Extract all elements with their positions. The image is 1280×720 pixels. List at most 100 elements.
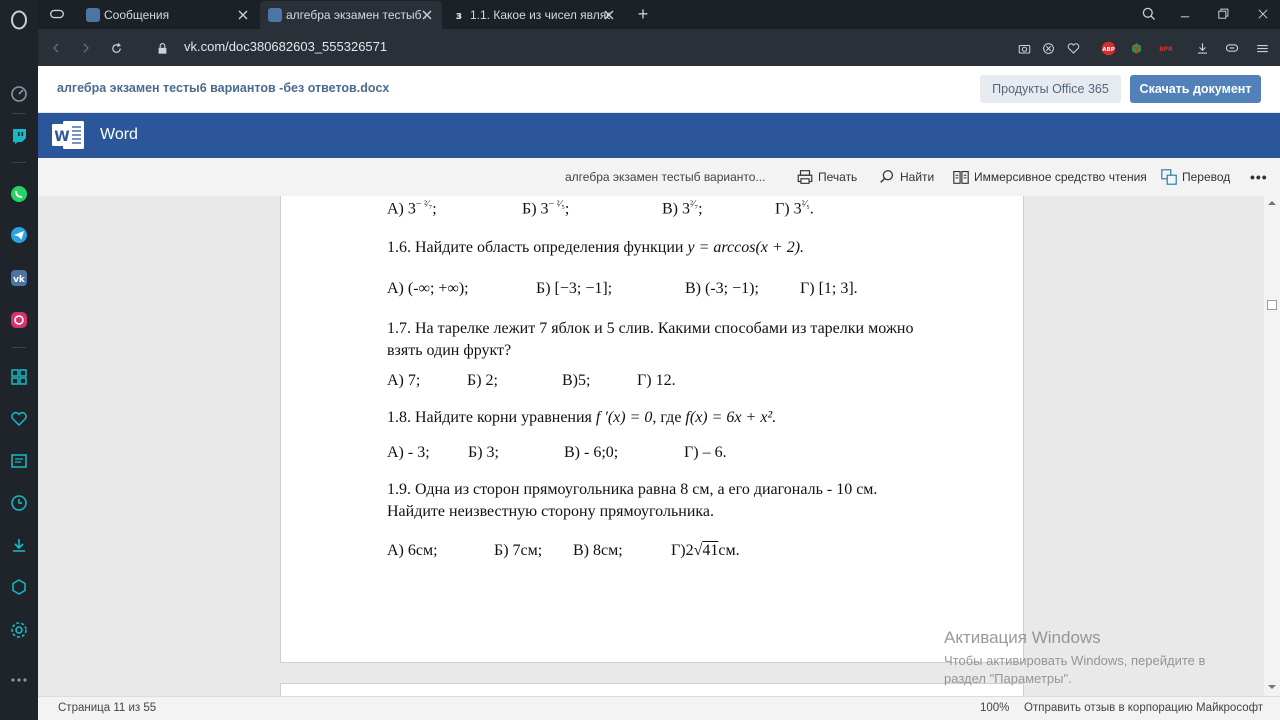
minimize-icon[interactable] xyxy=(1174,4,1196,24)
tab-title: 1.1. Какое из чисел являе... xyxy=(470,8,610,22)
close-tab-icon[interactable] xyxy=(420,8,434,22)
opera-logo-icon[interactable] xyxy=(7,8,31,32)
more-dots-icon[interactable] xyxy=(7,668,31,692)
vertical-scrollbar[interactable] xyxy=(1264,196,1280,696)
vk-icon[interactable]: vk xyxy=(7,266,31,290)
q19-option-b: Б) 7см; xyxy=(494,542,543,559)
tab-menu-icon[interactable] xyxy=(46,4,68,24)
settings-gear-icon[interactable] xyxy=(7,618,31,642)
lock-icon[interactable] xyxy=(152,38,172,58)
flow-icon[interactable] xyxy=(1222,38,1242,58)
print-label: Печать xyxy=(818,170,858,184)
question-1-9-line1: 1.9. Одна из сторон прямоугольника равна… xyxy=(387,481,878,498)
scroll-down-icon[interactable] xyxy=(1267,682,1277,692)
scroll-up-icon[interactable] xyxy=(1267,198,1277,208)
q19-option-c: В) 8см; xyxy=(573,542,623,559)
q15-option-c: В) 3²⁄₇; xyxy=(662,199,703,218)
translate-label: Перевод xyxy=(1182,170,1231,184)
close-tab-icon[interactable] xyxy=(236,8,250,22)
vk-favicon-icon xyxy=(86,8,100,22)
twitch-icon[interactable] xyxy=(7,124,31,148)
find-button[interactable]: Найти xyxy=(878,167,934,187)
windows-activation-text: Чтобы активировать Windows, перейдите в … xyxy=(944,653,1206,686)
document-viewer[interactable]: А) 3− ²⁄₇; Б) 3− ²⁄₅; В) 3²⁄₇; Г) 3²⁄₅. … xyxy=(38,196,1280,696)
adblock-plus-icon[interactable]: ABP xyxy=(1098,38,1118,58)
word-app-bar: W Word xyxy=(38,113,1280,158)
search-tabs-icon[interactable] xyxy=(1138,4,1160,24)
q16-option-d: Г) [1; 3]. xyxy=(800,280,858,297)
close-window-icon[interactable] xyxy=(1252,4,1274,24)
opera-sidebar: vk xyxy=(0,0,38,720)
forward-icon[interactable] xyxy=(76,38,96,58)
printer-icon xyxy=(797,170,813,184)
news-icon[interactable] xyxy=(7,449,31,473)
search-icon xyxy=(880,170,894,183)
speed-dial-icon[interactable] xyxy=(7,82,31,106)
print-button[interactable]: Печать xyxy=(796,167,857,187)
zoom-level[interactable]: 100% xyxy=(980,702,1009,714)
question-1-6: 1.6. Найдите область определения функции… xyxy=(387,239,805,256)
znanija-favicon-icon: з xyxy=(452,8,466,22)
question-1-9-line2: Найдите неизвестную сторону прямоугольни… xyxy=(387,503,715,520)
url-field[interactable]: vk.com/doc380682603_555326571 xyxy=(184,39,387,54)
q18-option-c: В) - 6;0; xyxy=(564,444,619,461)
translate-icon xyxy=(1161,169,1177,185)
q18-option-a: А) - 3; xyxy=(387,444,430,461)
immersive-reader-icon xyxy=(953,171,969,184)
next-document-page xyxy=(280,683,1024,696)
close-tab-icon[interactable] xyxy=(602,8,616,22)
instagram-icon[interactable] xyxy=(7,308,31,332)
document-file-name: алгебра экзамен тесты6 вариантов -без от… xyxy=(57,81,390,95)
new-tab-button[interactable]: + xyxy=(632,4,654,24)
toolbar-document-name: алгебра экзамен тестыб варианто... xyxy=(565,170,766,184)
favorite-heart-icon[interactable] xyxy=(1063,38,1083,58)
immersive-reader-button[interactable]: Иммерсивное средство чтения xyxy=(952,167,1147,187)
tab-question[interactable]: з 1.1. Какое из чисел являе... xyxy=(444,1,624,29)
word-toolbar: алгебра экзамен тестыб варианто... Печат… xyxy=(38,158,1280,196)
vk-favicon-icon xyxy=(268,8,282,22)
q17-option-a: А) 7; xyxy=(387,372,421,389)
question-1-7-line2: взять один фрукт? xyxy=(387,342,512,359)
download-icon[interactable] xyxy=(1192,38,1212,58)
q18-option-b: Б) 3; xyxy=(468,444,499,461)
camera-icon[interactable] xyxy=(1014,38,1034,58)
history-icon[interactable] xyxy=(7,491,31,515)
downloads-icon[interactable] xyxy=(7,533,31,557)
extensions-icon[interactable] xyxy=(7,575,31,599)
browser-window: vk Сообщения алгебра экзамен тестыб в...… xyxy=(0,0,1280,720)
whatsapp-icon[interactable] xyxy=(7,182,31,206)
translate-button[interactable]: Перевод xyxy=(1160,167,1230,187)
feedback-link[interactable]: Отправить отзыв в корпорацию Майкрософт xyxy=(1024,702,1263,714)
scroll-marker-icon[interactable] xyxy=(1267,300,1277,310)
cube-extension-icon[interactable] xyxy=(1126,38,1146,58)
tab-messages[interactable]: Сообщения xyxy=(78,1,258,29)
back-icon[interactable] xyxy=(46,38,66,58)
tab-algebra-doc[interactable]: алгебра экзамен тестыб в... xyxy=(260,1,442,29)
q17-option-b: Б) 2; xyxy=(467,372,498,389)
bypass-extension-icon[interactable]: BPR xyxy=(1156,38,1176,58)
more-options-button[interactable]: ••• xyxy=(1250,167,1268,187)
q16-option-c: В) (-3; −1); xyxy=(685,280,759,297)
restore-icon[interactable] xyxy=(1212,4,1234,24)
reload-icon[interactable] xyxy=(106,38,126,58)
heart-icon[interactable] xyxy=(7,407,31,431)
q15-option-a: А) 3− ²⁄₇; xyxy=(387,199,437,218)
svg-text:BPR: BPR xyxy=(1159,45,1173,52)
telegram-icon[interactable] xyxy=(7,223,31,247)
q17-option-d: Г) 12. xyxy=(637,372,676,389)
q16-option-a: А) (-∞; +∞); xyxy=(387,280,469,297)
find-label: Найти xyxy=(900,170,935,184)
status-bar: Страница 11 из 55 100% Отправить отзыв в… xyxy=(38,696,1280,720)
q19-option-d: Г)2√41см. xyxy=(671,542,740,559)
workspaces-icon[interactable] xyxy=(7,365,31,389)
download-document-button[interactable]: Скачать документ xyxy=(1130,75,1261,103)
svg-text:W: W xyxy=(54,129,69,145)
vk-doc-header: алгебра экзамен тесты6 вариантов -без от… xyxy=(38,66,1280,113)
office-products-button[interactable]: Продукты Office 365 xyxy=(980,75,1121,103)
immersive-reader-label: Иммерсивное средство чтения xyxy=(974,170,1147,184)
easy-setup-menu-icon[interactable] xyxy=(1252,38,1272,58)
adblock-icon[interactable] xyxy=(1038,38,1058,58)
word-logo-icon: W xyxy=(52,121,84,149)
q17-option-c: В)5; xyxy=(562,372,591,389)
windows-activation-title: Активация Windows xyxy=(944,628,1101,647)
